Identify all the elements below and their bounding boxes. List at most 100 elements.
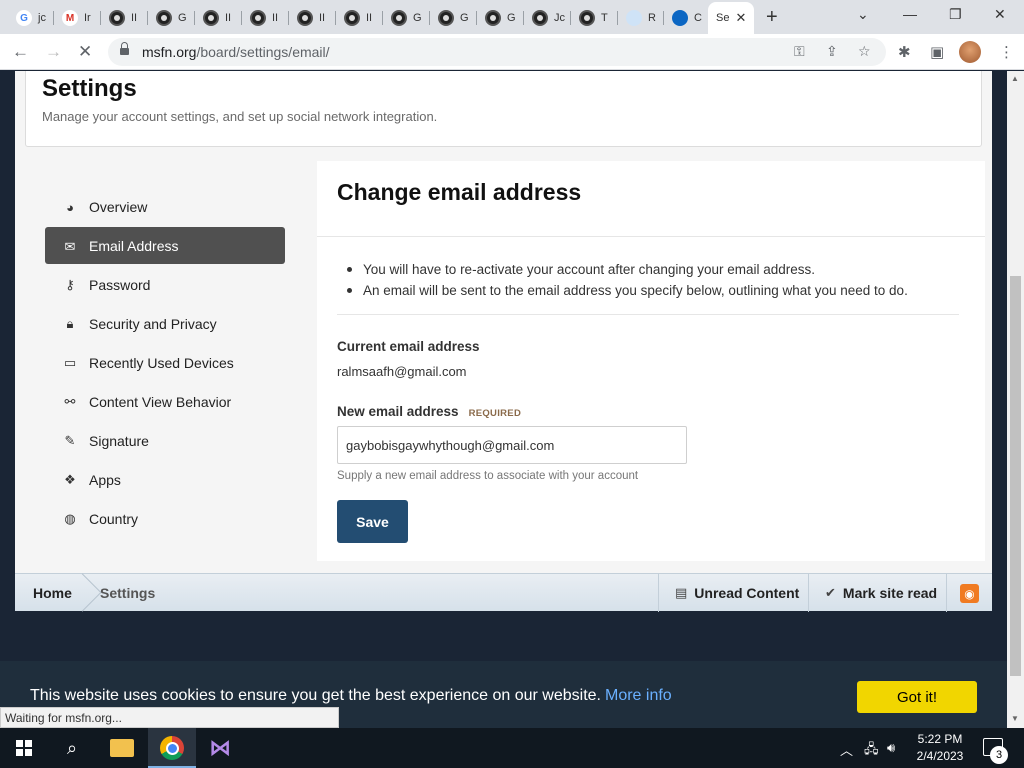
- cookie-accept-button[interactable]: Got it!: [857, 681, 977, 713]
- address-bar[interactable]: msfn.org/board/settings/email/ ⚿ ⇪ ☆: [108, 38, 886, 66]
- tab-label: G: [460, 12, 469, 24]
- browser-toolbar: ← → ✕ msfn.org/board/settings/email/ ⚿ ⇪…: [0, 34, 1024, 70]
- browser-tab[interactable]: R: [618, 4, 664, 32]
- swirl-icon: [672, 10, 688, 26]
- url-path: /board/settings/email/: [196, 44, 330, 60]
- reddit-icon: [626, 10, 642, 26]
- system-clock[interactable]: 5:22 PM 2/4/2023: [905, 731, 975, 765]
- browser-tab-strip: Gjc M Ir II G II II II II G G G Jc T R C …: [0, 0, 1024, 34]
- mark-site-read-button[interactable]: ✔ Mark site read: [808, 574, 946, 612]
- unread-content-label: Unread Content: [694, 585, 800, 601]
- sidebar-item-label: Password: [89, 276, 151, 293]
- cookie-more-info-link[interactable]: More info: [605, 687, 672, 704]
- visual-studio-icon[interactable]: ⋈: [208, 735, 232, 760]
- lock-icon[interactable]: [120, 42, 129, 56]
- kebab-menu-icon[interactable]: ⋮: [999, 43, 1014, 61]
- sidebar-item-label: Signature: [89, 432, 149, 449]
- sidebar-item-label: Overview: [89, 198, 148, 215]
- tab-search-icon[interactable]: ⌄: [857, 6, 869, 23]
- window-close-button[interactable]: ✕: [994, 6, 1006, 23]
- globe-icon: ◍: [64, 511, 76, 526]
- sidebar-item-security-privacy[interactable]: 🔒︎ Security and Privacy: [45, 304, 285, 343]
- forward-arrow-icon[interactable]: →: [45, 42, 62, 62]
- pencil-icon: ✎: [64, 433, 76, 448]
- cubes-icon: ❖: [64, 472, 76, 487]
- field-help-text: Supply a new email address to associate …: [337, 470, 639, 482]
- stop-loading-icon[interactable]: ✕: [78, 42, 92, 62]
- back-arrow-icon[interactable]: ←: [12, 42, 29, 62]
- sidebar-item-password[interactable]: ⚷ Password: [45, 265, 285, 304]
- key-icon[interactable]: ⚿: [794, 43, 805, 60]
- page-scrollbar[interactable]: ▲ ▼: [1007, 71, 1024, 728]
- file-explorer-icon[interactable]: [110, 739, 134, 757]
- sidebar-item-country[interactable]: ◍ Country: [45, 499, 285, 538]
- bookmark-star-icon[interactable]: ☆: [858, 43, 871, 60]
- newspaper-icon: ▤: [675, 585, 688, 600]
- browser-tab[interactable]: II: [336, 4, 383, 32]
- sidebar-item-email-address[interactable]: ✉ Email Address: [45, 227, 285, 264]
- search-icon[interactable]: ⌕: [60, 736, 84, 760]
- browser-tab[interactable]: Jc: [524, 4, 571, 32]
- notification-badge: 3: [990, 746, 1008, 764]
- sidebar-item-signature[interactable]: ✎ Signature: [45, 421, 285, 460]
- browser-tab[interactable]: G: [383, 4, 430, 32]
- browser-tab[interactable]: G: [430, 4, 477, 32]
- minimize-button[interactable]: —: [903, 6, 917, 22]
- volume-icon[interactable]: 🔊︎: [887, 740, 895, 756]
- laptop-icon: ▭: [63, 355, 77, 370]
- unread-content-button[interactable]: ▤ Unread Content: [658, 574, 808, 612]
- browser-tab[interactable]: Gjc: [8, 4, 54, 32]
- show-hidden-icons-chevron-icon[interactable]: ︿: [840, 740, 853, 759]
- network-icon[interactable]: 🖧︎: [864, 740, 879, 762]
- chrome-icon[interactable]: [160, 736, 184, 760]
- close-icon[interactable]: ✕: [735, 10, 746, 26]
- tab-label: II: [272, 12, 279, 24]
- tab-label: Se: [716, 12, 730, 24]
- msfn-icon: [532, 10, 548, 26]
- page-subtitle: Manage your account settings, and set up…: [42, 109, 438, 124]
- share-icon[interactable]: ⇪: [826, 43, 838, 60]
- profile-avatar[interactable]: [959, 41, 981, 63]
- side-panel-icon[interactable]: ▣: [930, 43, 944, 61]
- sidebar-item-label: Apps: [89, 471, 121, 488]
- tab-label: jc: [38, 12, 46, 24]
- new-email-field[interactable]: [337, 426, 687, 464]
- windows-start-icon[interactable]: [16, 740, 32, 756]
- browser-tab[interactable]: G: [477, 4, 524, 32]
- browser-tab-active[interactable]: Se ✕: [708, 2, 754, 34]
- browser-tab[interactable]: II: [101, 4, 148, 32]
- extensions-puzzle-icon[interactable]: ✱: [898, 43, 911, 61]
- taskbar-chrome-active[interactable]: [148, 728, 196, 768]
- browser-tab[interactable]: II: [289, 4, 336, 32]
- gmail-icon: M: [62, 10, 78, 26]
- save-button[interactable]: Save: [337, 500, 408, 543]
- browser-tab[interactable]: T: [571, 4, 618, 32]
- url-text[interactable]: msfn.org/board/settings/email/: [142, 44, 330, 60]
- browser-tab[interactable]: M Ir: [54, 4, 101, 32]
- sidebar-item-recent-devices[interactable]: ▭ Recently Used Devices: [45, 343, 285, 382]
- restore-button[interactable]: ❐: [949, 6, 962, 23]
- mark-site-read-label: Mark site read: [842, 585, 938, 601]
- new-tab-button[interactable]: +: [766, 7, 778, 27]
- browser-tab[interactable]: C: [664, 4, 708, 32]
- required-badge: REQUIRED: [468, 408, 522, 419]
- browser-tab[interactable]: II: [195, 4, 242, 32]
- browser-tab[interactable]: II: [242, 4, 289, 32]
- rss-icon[interactable]: ◉: [960, 584, 979, 603]
- page-title: Settings: [42, 75, 137, 102]
- browser-tab[interactable]: G: [148, 4, 195, 32]
- scroll-thumb[interactable]: [1010, 276, 1021, 676]
- tab-label: C: [694, 12, 702, 24]
- msfn-icon: [579, 10, 595, 26]
- sidebar-item-overview[interactable]: ◕ Overview: [45, 187, 285, 226]
- section-title: Change email address: [337, 179, 582, 205]
- tab-label: G: [507, 12, 516, 24]
- sidebar-item-label: Recently Used Devices: [89, 354, 234, 371]
- scroll-down-arrow[interactable]: ▼: [1011, 714, 1019, 723]
- msfn-icon: [156, 10, 172, 26]
- scroll-up-arrow[interactable]: ▲: [1011, 74, 1019, 83]
- sidebar-item-label: Email Address: [89, 237, 179, 254]
- sidebar-item-content-view[interactable]: ⚯ Content View Behavior: [45, 382, 285, 421]
- breadcrumb-bar: Home Settings ▤ Unread Content ✔ Mark site…: [15, 573, 992, 612]
- sidebar-item-apps[interactable]: ❖ Apps: [45, 460, 285, 499]
